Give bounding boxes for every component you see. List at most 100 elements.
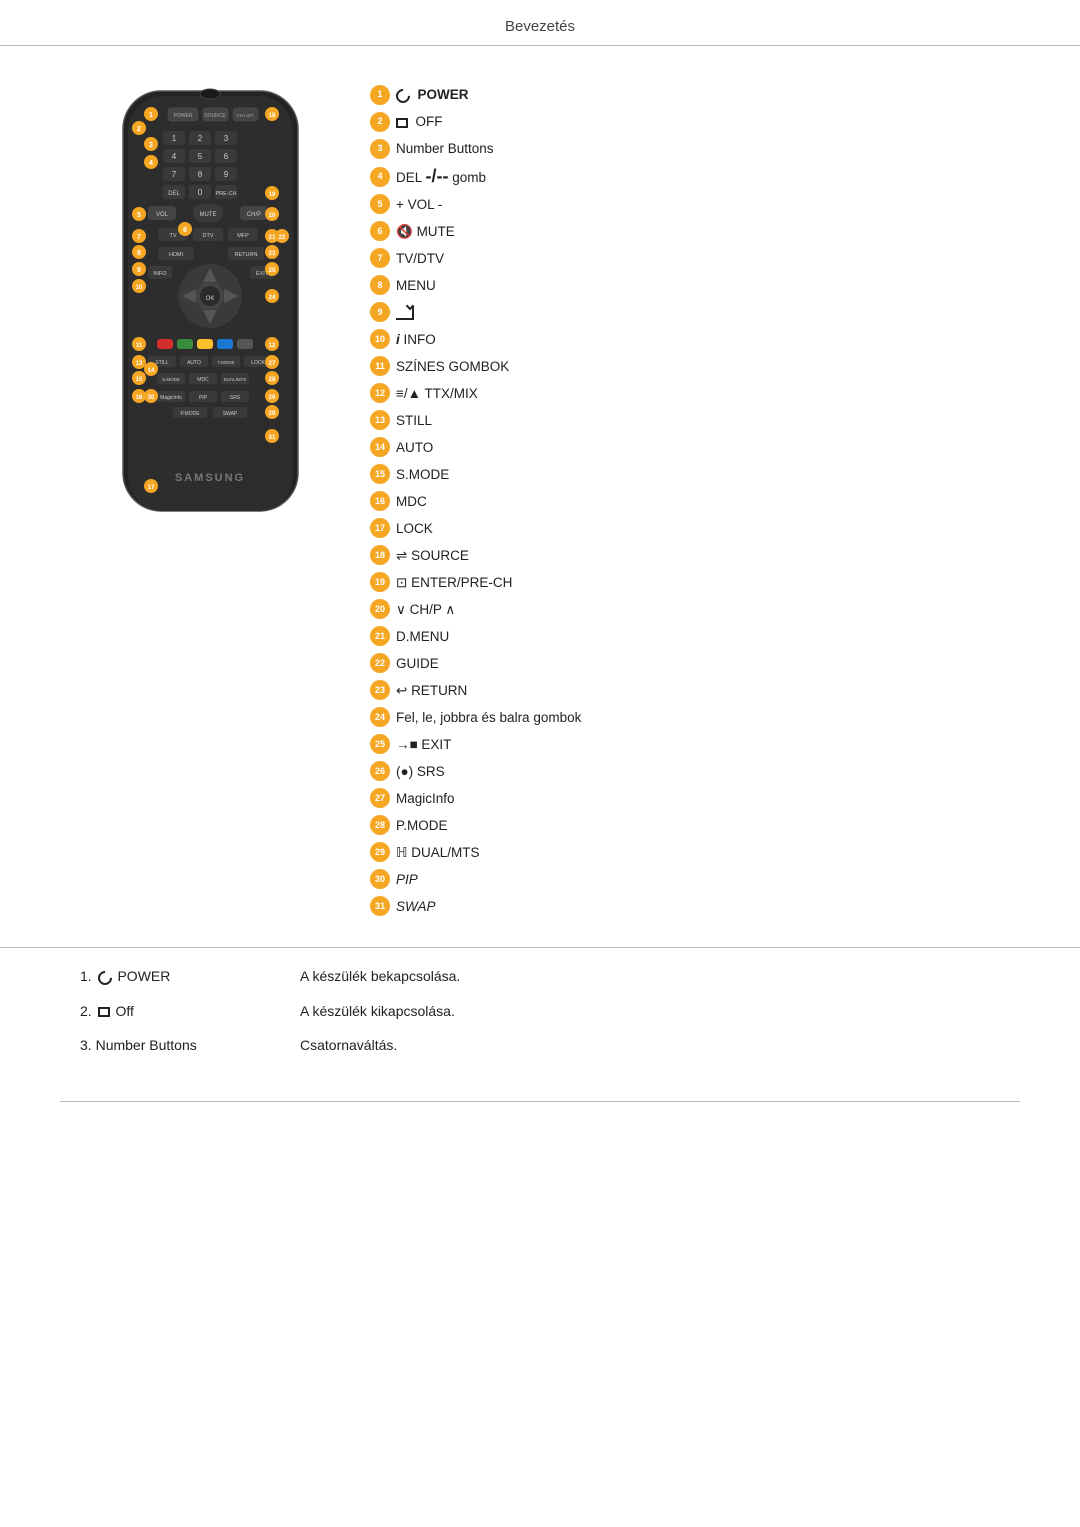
svg-text:1: 1 [171, 134, 176, 143]
legend-item-2: 2 OFF [370, 111, 1020, 133]
legend-badge-4: 4 [370, 167, 390, 187]
legend-text-9 [396, 304, 414, 322]
legend-text-22: GUIDE [396, 655, 439, 673]
description-section: 1. POWER A készülék bekapcsolása. 2. Off… [0, 947, 1080, 1100]
desc-item-2: 2. Off A készülék kikapcsolása. [80, 1003, 1000, 1019]
legend-text-15: S.MODE [396, 466, 449, 484]
legend-text-8: MENU [396, 277, 436, 295]
svg-text:4: 4 [149, 160, 153, 167]
svg-text:20: 20 [268, 213, 275, 219]
svg-text:STILL: STILL [155, 360, 169, 366]
legend-item-3: 3 Number Buttons [370, 138, 1020, 160]
svg-text:8: 8 [137, 250, 141, 257]
legend-badge-29: 29 [370, 842, 390, 862]
svg-text:28: 28 [268, 377, 275, 383]
header-title: Bevezetés [505, 18, 575, 35]
svg-text:30: 30 [147, 395, 154, 401]
legend-item-27: 27 MagicInfo [370, 787, 1020, 809]
legend-item-30: 30 PIP [370, 868, 1020, 890]
legend-text-25: →■ EXIT [396, 736, 451, 754]
legend-badge-3: 3 [370, 139, 390, 159]
legend-text-2: OFF [396, 113, 443, 131]
svg-text:PIP: PIP [198, 395, 207, 401]
legend-item-28: 28 P.MODE [370, 814, 1020, 836]
svg-text:13: 13 [135, 361, 142, 367]
legend-text-28: P.MODE [396, 817, 448, 835]
legend-text-1: POWER [396, 86, 469, 104]
legend-item-9: 9 [370, 301, 1020, 323]
desc-num-2: 2. [80, 1003, 92, 1019]
svg-text:PRE-CH: PRE-CH [215, 191, 236, 197]
legend-text-13: STILL [396, 412, 432, 430]
legend-item-13: 13 STILL [370, 409, 1020, 431]
svg-text:12: 12 [268, 343, 275, 349]
legend-badge-17: 17 [370, 518, 390, 538]
legend-badge-25: 25 [370, 734, 390, 754]
legend-badge-14: 14 [370, 437, 390, 457]
svg-text:6: 6 [183, 227, 187, 234]
legend-badge-19: 19 [370, 572, 390, 592]
desc-item-1: 1. POWER A készülék bekapcsolása. [80, 968, 1000, 984]
legend-item-4: 4 DEL -/-- gomb [370, 165, 1020, 188]
svg-text:2: 2 [137, 126, 141, 133]
legend-badge-21: 21 [370, 626, 390, 646]
legend-badge-26: 26 [370, 761, 390, 781]
svg-text:RETURN: RETURN [234, 252, 257, 258]
legend-badge-18: 18 [370, 545, 390, 565]
svg-text:31: 31 [268, 435, 275, 441]
legend-badge-28: 28 [370, 815, 390, 835]
legend-badge-31: 31 [370, 896, 390, 916]
desc-right-3: Csatornaváltás. [300, 1037, 1000, 1053]
svg-text:INFO: INFO [153, 271, 167, 277]
desc-num-3: 3. [80, 1037, 92, 1053]
legend-item-12: 12 ≡/▲ TTX/MIX [370, 382, 1020, 404]
legend-text-23: ↩ RETURN [396, 682, 467, 700]
svg-text:2: 2 [197, 134, 202, 143]
svg-text:27: 27 [268, 361, 275, 367]
legend-badge-30: 30 [370, 869, 390, 889]
legend-badge-16: 16 [370, 491, 390, 511]
legend-badge-9: 9 [370, 302, 390, 322]
svg-text:1: 1 [149, 112, 153, 119]
legend-text-11: SZÍNES GOMBOK [396, 358, 509, 376]
svg-text:29: 29 [268, 411, 275, 417]
svg-text:4: 4 [171, 152, 176, 161]
legend-badge-12: 12 [370, 383, 390, 403]
svg-text:8: 8 [197, 170, 202, 179]
svg-text:5: 5 [137, 212, 141, 219]
svg-text:MDC: MDC [197, 377, 209, 383]
svg-text:3: 3 [149, 142, 153, 149]
svg-text:SOURCE: SOURCE [204, 113, 226, 119]
legend-badge-10: 10 [370, 329, 390, 349]
svg-text:HDMI: HDMI [168, 252, 183, 258]
legend-badge-22: 22 [370, 653, 390, 673]
svg-text:15: 15 [135, 377, 142, 383]
svg-text:19: 19 [268, 192, 275, 198]
legend-item-18: 18 ⇌ SOURCE [370, 544, 1020, 566]
legend-item-7: 7 TV/DTV [370, 247, 1020, 269]
svg-text:T.MODE: T.MODE [217, 360, 234, 365]
desc-item-3: 3. Number Buttons Csatornaváltás. [80, 1037, 1000, 1053]
desc-left-3: 3. Number Buttons [80, 1037, 300, 1053]
legend-item-11: 11 SZÍNES GOMBOK [370, 355, 1020, 377]
svg-text:21: 21 [268, 235, 275, 241]
svg-text:AUTO: AUTO [187, 360, 201, 366]
page-header: Bevezetés [0, 0, 1080, 46]
legend-item-8: 8 MENU [370, 274, 1020, 296]
svg-text:22: 22 [278, 235, 285, 241]
legend-badge-7: 7 [370, 248, 390, 268]
svg-text:MagicInfo: MagicInfo [160, 395, 182, 401]
legend-item-6: 6 🔇 MUTE [370, 220, 1020, 242]
desc-label-1: POWER [117, 968, 170, 984]
legend-item-31: 31 SWAP [370, 895, 1020, 917]
legend-item-24: 24 Fel, le, jobbra és balra gombok [370, 706, 1020, 728]
svg-text:26: 26 [268, 395, 275, 401]
legend-text-4: DEL -/-- gomb [396, 165, 486, 188]
legend-item-5: 5 + VOL - [370, 193, 1020, 215]
svg-text:23: 23 [268, 251, 275, 257]
svg-text:POWER: POWER [173, 113, 192, 119]
legend-badge-6: 6 [370, 221, 390, 241]
svg-text:10: 10 [135, 285, 142, 291]
legend-text-24: Fel, le, jobbra és balra gombok [396, 709, 581, 727]
legend-badge-20: 20 [370, 599, 390, 619]
